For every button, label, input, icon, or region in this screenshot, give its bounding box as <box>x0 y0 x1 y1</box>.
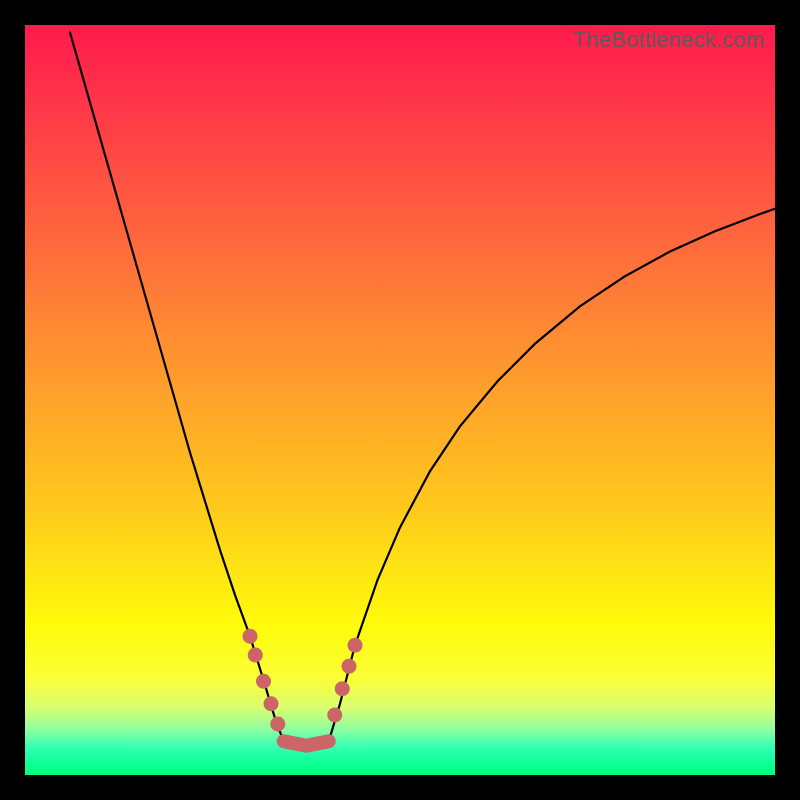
curve-beads <box>243 629 363 732</box>
curve-bead <box>243 629 258 644</box>
curve-bead <box>335 681 350 696</box>
curve-bead <box>264 696 279 711</box>
curve-bead <box>270 717 285 732</box>
curve-path <box>70 33 775 746</box>
bottleneck-curve <box>25 25 775 775</box>
curve-bead <box>342 659 357 674</box>
curve-floor-highlight <box>284 741 329 746</box>
chart-frame: TheBottleneck.com <box>0 0 800 800</box>
curve-bead <box>327 708 342 723</box>
curve-bead <box>256 674 271 689</box>
curve-bead <box>348 638 363 653</box>
plot-area: TheBottleneck.com <box>25 25 775 775</box>
curve-bead <box>248 648 263 663</box>
